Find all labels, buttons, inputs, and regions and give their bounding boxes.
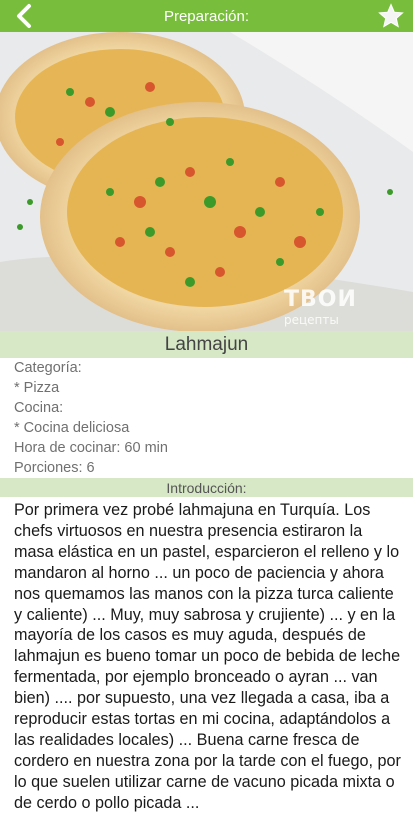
cooking-time: Hora de cocinar: 60 min: [14, 440, 168, 456]
category-value: * Pizza: [14, 380, 60, 396]
servings: Porciones: 6: [14, 460, 95, 476]
intro-text: Por primera vez probé lahmajuna en Turqu…: [14, 501, 401, 812]
favorite-button[interactable]: [377, 2, 405, 30]
screen-title: Preparación:: [163, 7, 250, 25]
intro-header-bar: Introducción:: [0, 478, 413, 497]
app-bar: Preparación:: [0, 0, 413, 32]
chevron-left-icon: [17, 4, 31, 28]
back-button[interactable]: [10, 2, 38, 30]
recipe-photo: ТВОИ рецепты: [0, 32, 413, 331]
intro-header: Introducción:: [166, 479, 247, 496]
cuisine-value: * Cocina deliciosa: [14, 420, 130, 436]
watermark: ТВОИ рецепты: [284, 287, 357, 328]
star-icon: [378, 3, 404, 28]
category-label: Categoría:: [14, 360, 82, 376]
recipe-meta: Categoría: * Pizza Cocina: * Cocina deli…: [14, 358, 404, 478]
recipe-name: Lahmajun: [164, 333, 249, 355]
recipe-name-bar: Lahmajun: [0, 331, 413, 358]
cuisine-label: Cocina:: [14, 400, 64, 416]
